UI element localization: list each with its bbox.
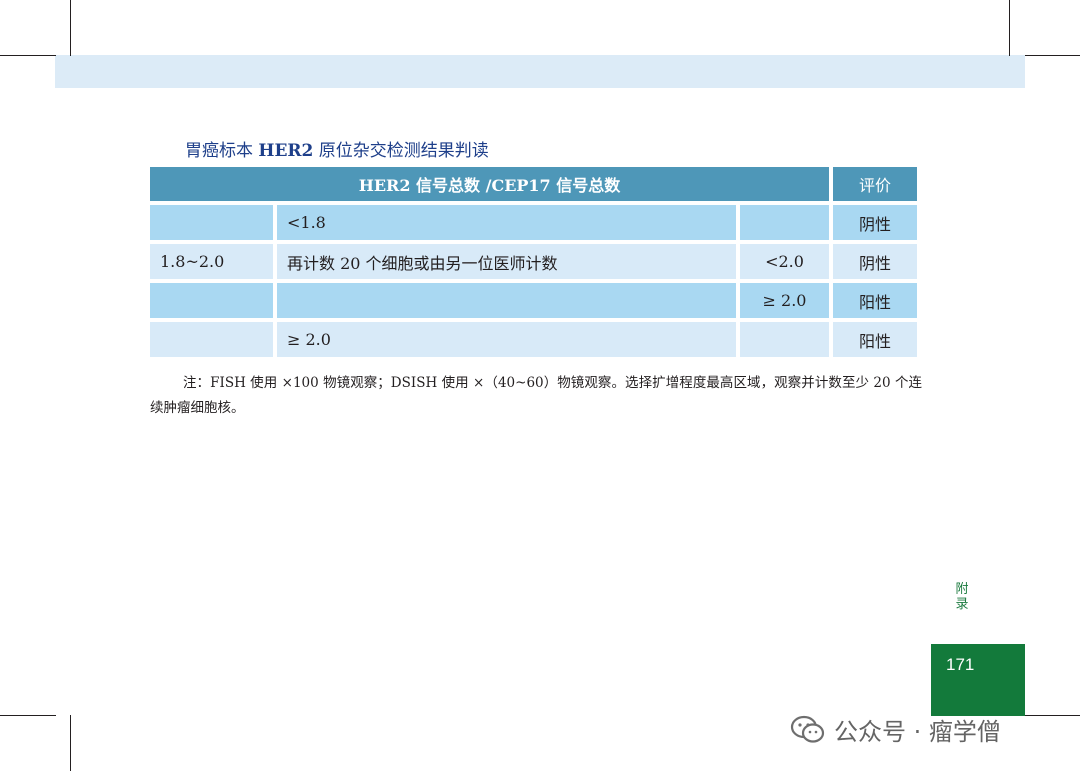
watermark: 公众号 · 瘤学僧 xyxy=(790,712,1001,747)
cell-recount: <2.0 xyxy=(740,244,829,279)
appendix-label-line1: 附 xyxy=(955,582,969,597)
title-prefix: 胃癌标本 xyxy=(185,141,259,161)
table-row: <1.8 阴性 xyxy=(150,205,917,240)
cell-range xyxy=(150,205,273,240)
her2-result-table: HER2 信号总数 /CEP17 信号总数 评价 <1.8 阴性 1.8~2.0… xyxy=(146,163,921,361)
header-eval: 评价 xyxy=(833,167,917,201)
table-title: 胃癌标本 HER2 原位杂交检测结果判读 xyxy=(185,136,489,161)
crop-mark-top-right-v xyxy=(1009,0,1010,56)
header-ratio: HER2 信号总数 /CEP17 信号总数 xyxy=(150,167,829,201)
cell-action: <1.8 xyxy=(277,205,736,240)
cell-recount xyxy=(740,322,829,357)
table-note: 注：FISH 使用 ×100 物镜观察；DSISH 使用 ×（40~60）物镜观… xyxy=(150,375,922,416)
cell-action xyxy=(277,283,736,318)
crop-mark-bottom-right-h xyxy=(1025,715,1080,716)
crop-mark-top-left-h xyxy=(0,55,56,56)
cell-eval: 阴性 xyxy=(833,205,917,240)
appendix-label-line2: 录 xyxy=(955,597,969,612)
watermark-text: 公众号 · 瘤学僧 xyxy=(834,718,1001,746)
cell-eval: 阴性 xyxy=(833,244,917,279)
table-row: 1.8~2.0 再计数 20 个细胞或由另一位医师计数 <2.0 阴性 xyxy=(150,244,917,279)
cell-eval: 阳性 xyxy=(833,322,917,357)
table-row: ≥ 2.0 阳性 xyxy=(150,283,917,318)
cell-range xyxy=(150,283,273,318)
cell-eval: 阳性 xyxy=(833,283,917,318)
cell-action: 再计数 20 个细胞或由另一位医师计数 xyxy=(277,244,736,279)
header-band xyxy=(55,55,1025,88)
crop-mark-bottom-left-h xyxy=(0,715,56,716)
appendix-side-label: 附 录 xyxy=(952,582,972,612)
cell-recount: ≥ 2.0 xyxy=(740,283,829,318)
crop-mark-top-right-h xyxy=(1025,55,1080,56)
title-suffix: 原位杂交检测结果判读 xyxy=(313,141,489,161)
cell-range xyxy=(150,322,273,357)
crop-mark-top-left-v xyxy=(70,0,71,56)
table-row: ≥ 2.0 阳性 xyxy=(150,322,917,357)
page-number: 171 xyxy=(946,655,975,674)
cell-recount xyxy=(740,205,829,240)
cell-range: 1.8~2.0 xyxy=(150,244,273,279)
table-header-row: HER2 信号总数 /CEP17 信号总数 评价 xyxy=(150,167,917,201)
crop-mark-bottom-left-v xyxy=(70,715,71,771)
title-bold: HER2 xyxy=(258,141,314,161)
cell-action: ≥ 2.0 xyxy=(277,322,736,357)
wechat-icon xyxy=(790,715,825,743)
